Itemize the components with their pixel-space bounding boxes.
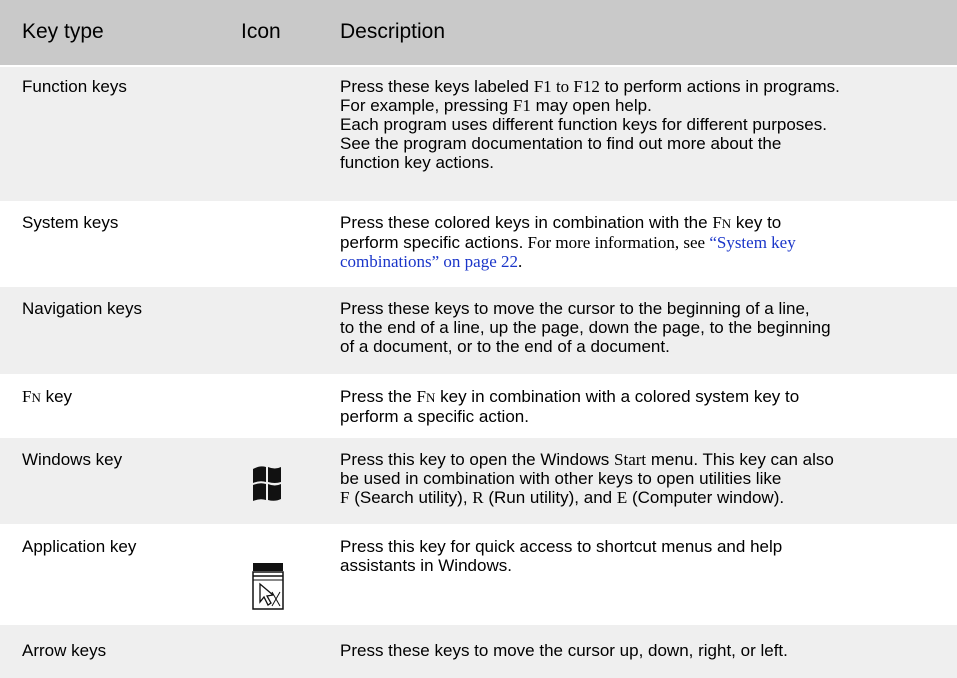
key-type-label: FN key [22,387,73,406]
key-type-label: Arrow keys [22,641,107,660]
table-row-arrow-keys: Arrow keys Press these keys to move the … [0,625,957,678]
table-row-system-keys: System keys Press these colored keys in … [0,202,957,286]
application-menu-icon [252,562,284,610]
table-row-application-key: Application key Press this key for quick… [0,525,957,624]
description-text: Press these keys to move the cursor to t… [340,299,831,356]
description-text: Press the FN key in combination with a c… [340,387,800,426]
key-type-label: Application key [22,537,137,556]
description-text: Press this key for quick access to short… [340,537,783,575]
table-row-navigation-keys: Navigation keys Press these keys to move… [0,287,957,374]
description-text: Press these colored keys in combination … [340,213,796,271]
table-row-function-keys: Function keys Press these keys labeled F… [0,67,957,201]
header-key-type: Key type [22,20,104,43]
table-row-windows-key: Windows key Press this key to open the W… [0,438,957,524]
key-type-label: Windows key [22,450,123,469]
description-text: Press these keys labeled F1 to F12 to pe… [340,77,840,172]
header-icon: Icon [241,20,281,43]
table-row-fn-key: FN key Press the FN key in combination w… [0,375,957,437]
system-key-combinations-link-cont[interactable]: combinations” on page 22 [340,252,518,271]
key-type-label: Function keys [22,77,127,96]
system-key-combinations-link[interactable]: “System key [709,233,795,252]
description-text: Press this key to open the Windows Start… [340,450,834,507]
header-description: Description [340,20,446,43]
description-text: Press these keys to move the cursor up, … [340,641,788,660]
key-type-label: Navigation keys [22,299,143,318]
table-header: Key type Icon Description [0,0,957,65]
key-type-label: System keys [22,213,119,232]
windows-logo-icon [252,464,282,504]
